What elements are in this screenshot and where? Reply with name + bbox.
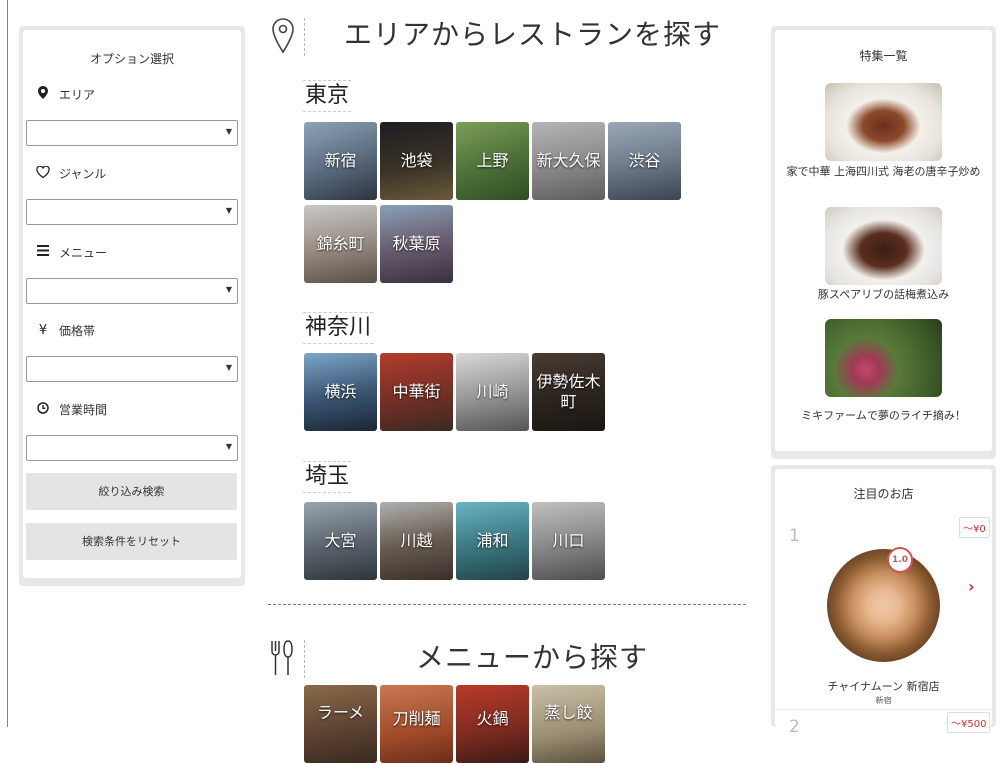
map-pin-outline-icon: [272, 18, 294, 58]
window-left-edge: [0, 0, 8, 727]
heart-icon: [35, 164, 51, 182]
feature-caption-shrimp[interactable]: 家で中華 上海四川式 海老の唐辛子炒め: [779, 165, 988, 178]
region-tokyo[interactable]: 東京: [303, 80, 352, 112]
area-section-title: エリアからレストランを探す: [344, 18, 722, 51]
popular-shops-panel: 注目のお店 1 ～¥0 1.0 › チャイナムーン 新宿店 新宿 2 ～¥500: [771, 465, 996, 737]
option-sidebar: オプション選択 エリア ▼ ジャンル ▼ メニュー ▼ ¥ 価格帯 ▼ 営業時間…: [19, 26, 245, 586]
shop-rank: 2: [789, 717, 800, 737]
menu-tile-ramen[interactable]: ラーメ: [304, 685, 377, 763]
option-hours-text: 営業時間: [59, 403, 108, 417]
menu-select[interactable]: ▼: [26, 278, 238, 304]
region-kanagawa[interactable]: 神奈川: [303, 312, 374, 344]
region-saitama[interactable]: 埼玉: [303, 461, 352, 493]
option-hours-label: 営業時間: [35, 401, 107, 418]
option-area-text: エリア: [59, 88, 96, 102]
yen-icon: ¥: [38, 323, 48, 338]
shop-name[interactable]: チャイナムーン 新宿店: [775, 678, 992, 694]
filter-search-button[interactable]: 絞り込み検索: [26, 473, 237, 510]
feature-image-spareribs[interactable]: [825, 207, 942, 285]
feature-caption-spareribs[interactable]: 豚スペアリブの話梅煮込み: [779, 288, 988, 301]
shop-area: 新宿: [875, 696, 892, 705]
menu-tile-steamed-dumplings[interactable]: 蒸し餃: [532, 685, 605, 763]
clock-icon: [35, 401, 51, 418]
area-tile-kawasaki[interactable]: 川崎: [456, 353, 529, 431]
area-tile-kawaguchi[interactable]: 川口: [532, 502, 605, 580]
popular-shops-panel-inner: 注目のお店 1 ～¥0 1.0 › チャイナムーン 新宿店 新宿 2 ～¥500: [775, 469, 992, 737]
option-genre-label: ジャンル: [35, 164, 107, 182]
shop-rank: 1: [789, 526, 800, 546]
area-tile-kinshicho[interactable]: 錦糸町: [304, 205, 377, 283]
menu-tile-hotpot[interactable]: 火鍋: [456, 685, 529, 763]
area-tile-shinjuku[interactable]: 新宿: [304, 122, 377, 200]
area-tile-urawa[interactable]: 浦和: [456, 502, 529, 580]
shop-divider: [775, 709, 992, 710]
option-genre-text: ジャンル: [59, 167, 107, 181]
chevron-down-icon: ▼: [225, 285, 232, 294]
chevron-right-icon[interactable]: ›: [968, 577, 975, 596]
area-tile-shibuya[interactable]: 渋谷: [608, 122, 681, 200]
area-tile-shin-okubo[interactable]: 新大久保: [532, 122, 605, 200]
chevron-down-icon: ▼: [225, 442, 232, 451]
map-pin-icon: [35, 86, 51, 103]
fork-knife-icon: [269, 640, 295, 680]
menu-section-title: メニューから探す: [416, 641, 649, 674]
popular-shops-title: 注目のお店: [853, 487, 914, 501]
option-sidebar-inner: オプション選択 エリア ▼ ジャンル ▼ メニュー ▼ ¥ 価格帯 ▼ 営業時間…: [23, 30, 241, 578]
sidebar-title: オプション選択: [89, 52, 174, 66]
chevron-down-icon: ▼: [225, 363, 232, 372]
option-price-label: ¥ 価格帯: [35, 322, 95, 339]
area-tile-isezakicho[interactable]: 伊勢佐木町: [532, 353, 605, 431]
shop-price-tag: ～¥0: [959, 517, 990, 538]
area-tile-yokohama[interactable]: 横浜: [304, 353, 377, 431]
feature-image-lychee[interactable]: [825, 319, 942, 397]
features-panel-inner: 特集一覧 家で中華 上海四川式 海老の唐辛子炒め 豚スペアリブの話梅煮込み ミキ…: [775, 30, 992, 451]
section-separator: [268, 604, 746, 605]
area-tile-ikebukuro[interactable]: 池袋: [380, 122, 453, 200]
reset-conditions-button[interactable]: 検索条件をリセット: [26, 523, 237, 560]
shop-image[interactable]: [827, 549, 940, 662]
area-select[interactable]: ▼: [26, 120, 238, 146]
price-select[interactable]: ▼: [26, 356, 238, 382]
chevron-down-icon: ▼: [225, 206, 232, 215]
feature-image-shrimp[interactable]: [825, 83, 942, 161]
area-tile-ueno[interactable]: 上野: [456, 122, 529, 200]
option-menu-label: メニュー: [35, 244, 107, 261]
option-menu-text: メニュー: [59, 246, 108, 260]
shop-score-badge: 1.0: [887, 547, 913, 573]
area-tile-akihabara[interactable]: 秋葉原: [380, 205, 453, 283]
feature-caption-lychee[interactable]: ミキファームで夢のライチ摘み！: [779, 409, 988, 422]
area-tile-omiya[interactable]: 大宮: [304, 502, 377, 580]
option-area-label: エリア: [35, 86, 95, 103]
section-divider: [304, 640, 305, 678]
shop-price-tag: ～¥500: [947, 712, 991, 733]
option-price-text: 価格帯: [59, 324, 96, 338]
features-panel: 特集一覧 家で中華 上海四川式 海老の唐辛子炒め 豚スペアリブの話梅煮込み ミキ…: [771, 26, 996, 459]
area-tile-chinatown[interactable]: 中華街: [380, 353, 453, 431]
hours-select[interactable]: ▼: [26, 435, 238, 461]
genre-select[interactable]: ▼: [26, 199, 238, 225]
area-tile-kawagoe[interactable]: 川越: [380, 502, 453, 580]
menu-tile-daoxiaomian[interactable]: 刀削麺: [380, 685, 453, 763]
section-divider: [304, 18, 305, 56]
chevron-down-icon: ▼: [225, 127, 232, 136]
features-title: 特集一覧: [859, 49, 908, 63]
menu-bars-icon: [35, 245, 51, 260]
